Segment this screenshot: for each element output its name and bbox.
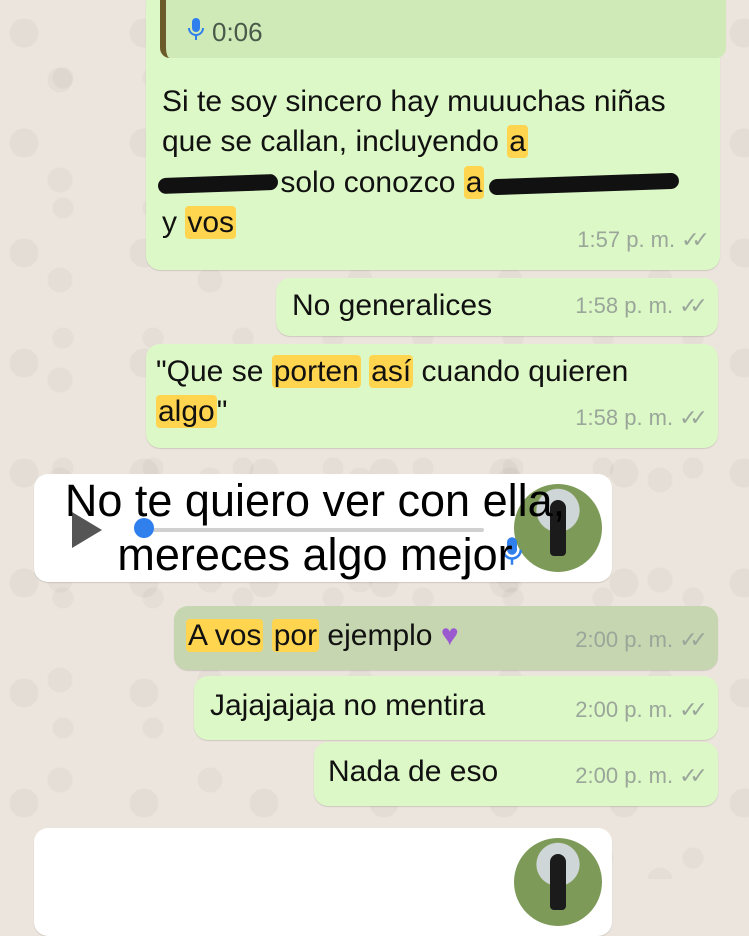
message-meta: 1:57 p. m. ✓✓ xyxy=(577,220,710,260)
purple-heart-icon: ♥ xyxy=(440,619,459,652)
avatar xyxy=(514,838,602,926)
read-ticks-icon: ✓✓ xyxy=(679,405,708,430)
voice-note-bubble-partial[interactable] xyxy=(34,828,612,936)
message-meta: 1:58 p. m. ✓✓ xyxy=(575,398,708,438)
highlight: porten xyxy=(271,355,361,388)
caption-line-1: No te quiero ver con ella, xyxy=(64,475,566,526)
message-text: Jajajajaja no mentira xyxy=(210,689,486,722)
message-meta: 1:58 p. m. ✓✓ xyxy=(575,286,708,326)
highlight: así xyxy=(369,355,414,388)
message-bubble-4[interactable]: A vos por ejemplo ♥ 2:00 p. m. ✓✓ xyxy=(174,606,718,670)
message-text: solo conozco xyxy=(280,166,456,199)
timestamp: 2:00 p. m. xyxy=(575,697,674,722)
message-meta: 2:00 p. m. ✓✓ xyxy=(575,756,708,796)
message-text: "Que se xyxy=(156,355,264,388)
message-text: Nada de eso xyxy=(328,755,499,788)
timestamp: 2:00 p. m. xyxy=(575,627,674,652)
message-meta: 2:00 p. m. ✓✓ xyxy=(575,620,708,660)
read-ticks-icon: ✓✓ xyxy=(679,697,708,722)
timestamp: 1:57 p. m. xyxy=(577,227,676,252)
highlight: vos xyxy=(185,206,237,239)
highlight: A vos xyxy=(186,619,264,652)
message-text: " xyxy=(216,395,228,428)
read-ticks-icon: ✓✓ xyxy=(681,227,710,252)
message-bubble-3[interactable]: "Que se porten así cuando quieren algo" … xyxy=(146,344,718,448)
message-text: cuando quieren xyxy=(421,355,629,388)
message-bubble-6[interactable]: Nada de eso 2:00 p. m. ✓✓ xyxy=(314,742,718,806)
voice-duration: 0:06 xyxy=(212,17,263,47)
message-bubble-5[interactable]: Jajajajaja no mentira 2:00 p. m. ✓✓ xyxy=(194,676,718,740)
message-text: ejemplo xyxy=(319,619,433,652)
timestamp: 2:00 p. m. xyxy=(575,763,674,788)
message-text: y xyxy=(162,206,177,239)
overlay-caption: No te quiero ver con ella, mereces algo … xyxy=(0,474,630,582)
redacted-text xyxy=(162,162,272,192)
highlight: a xyxy=(463,166,485,199)
message-bubble-1[interactable]: 0:06 Si te soy sincero hay muuuchas niña… xyxy=(146,0,726,270)
message-meta: 2:00 p. m. ✓✓ xyxy=(575,690,708,730)
read-ticks-icon: ✓✓ xyxy=(679,627,708,652)
microphone-icon xyxy=(188,12,204,52)
quoted-voice-note[interactable]: 0:06 xyxy=(160,0,726,58)
message-bubble-2[interactable]: No generalices 1:58 p. m. ✓✓ xyxy=(276,278,718,336)
timestamp: 1:58 p. m. xyxy=(575,293,674,318)
caption-line-2: mereces algo mejor xyxy=(117,529,513,580)
highlight: por xyxy=(271,619,320,652)
read-ticks-icon: ✓✓ xyxy=(679,293,708,318)
read-ticks-icon: ✓✓ xyxy=(679,763,708,788)
highlight: a xyxy=(507,125,528,158)
message-text: No generalices xyxy=(292,289,493,322)
redacted-text xyxy=(493,162,673,192)
highlight: algo xyxy=(156,395,217,428)
timestamp: 1:58 p. m. xyxy=(575,405,674,430)
message-text: Si te soy sincero hay muuuchas niñas que… xyxy=(162,85,666,158)
